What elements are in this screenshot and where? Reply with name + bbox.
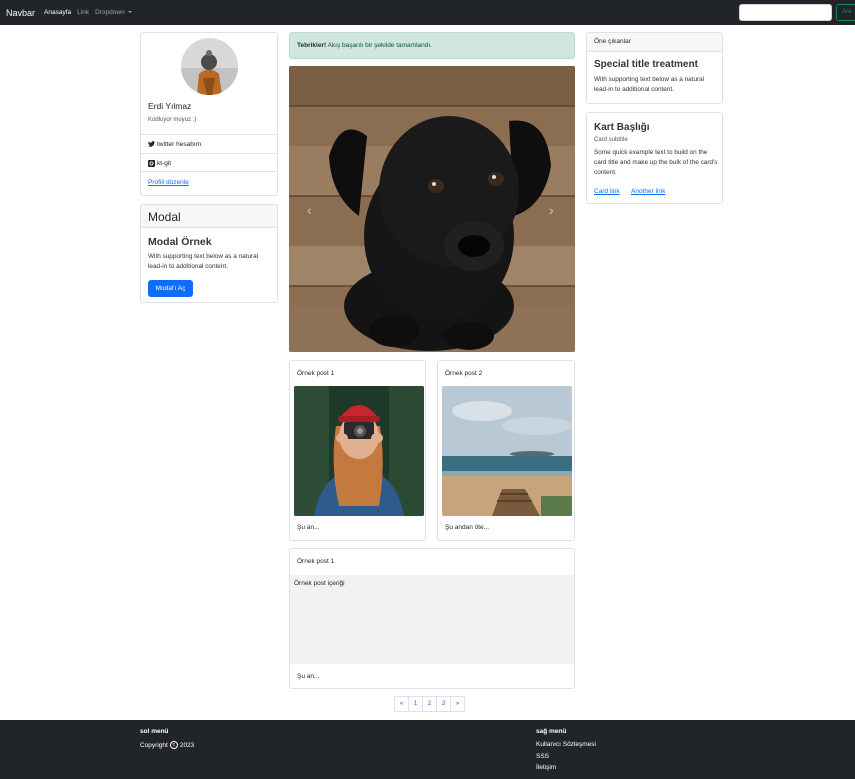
card-link[interactable]: Card link xyxy=(594,188,620,195)
page-prev[interactable]: « xyxy=(394,696,409,712)
post-card-footer: Şu andan öte... xyxy=(445,524,490,531)
post-card-wide: Örnek post 1 Örnek post içeriği Şu an... xyxy=(289,548,575,689)
carousel-prev-icon[interactable]: ‹ xyxy=(307,202,312,218)
carousel-next-icon[interactable]: › xyxy=(549,202,554,218)
page-1[interactable]: 1 xyxy=(408,696,423,712)
post-image-photographer xyxy=(294,386,424,516)
modal-card: Modal Modal Örnek With supporting text b… xyxy=(140,204,278,303)
featured-text: With supporting text below as a natural … xyxy=(594,76,705,93)
post-wide-body: Örnek post içeriği xyxy=(290,575,574,664)
footer-link-contact[interactable]: İletişim xyxy=(536,764,556,771)
footer-link-terms[interactable]: Kullanıcı Sözleşmesi xyxy=(536,741,596,748)
pagination: « 1 2 3 » xyxy=(394,696,465,712)
avatar-image xyxy=(181,38,238,95)
copyright-label: Copyright xyxy=(140,741,168,749)
avatar xyxy=(181,38,238,95)
modal-card-title: Modal Örnek xyxy=(148,236,212,248)
page-2[interactable]: 2 xyxy=(422,696,437,712)
footer-right-heading: sağ menü xyxy=(536,728,567,735)
kart-text: Some quick example text to build on the … xyxy=(594,149,718,176)
post-image-beach xyxy=(442,386,572,516)
page-next[interactable]: » xyxy=(450,696,465,712)
twitter-icon xyxy=(148,141,155,148)
featured-card: Öne çıkanlar Special title treatment Wit… xyxy=(586,32,723,104)
carousel[interactable]: ‹ › xyxy=(289,66,575,352)
twitter-label: twitter hesabım xyxy=(157,140,202,148)
profile-subtitle: Kodluyor muyuz :) xyxy=(148,117,197,123)
carousel-image-puppy xyxy=(289,66,575,352)
kart-card: Kart Başlığı Card subtitle Some quick ex… xyxy=(586,112,723,204)
list-item-github[interactable]: kt-git xyxy=(141,153,277,172)
github-label: kt-git xyxy=(157,159,172,167)
featured-title: Special title treatment xyxy=(594,59,698,70)
search-button[interactable]: Ara xyxy=(836,4,855,21)
nav-dropdown-label: Dropdown xyxy=(95,9,125,16)
success-alert: Tebrikler! Akış başarılı bir şekilde tam… xyxy=(289,32,575,59)
post-card-header: Örnek post 1 xyxy=(297,370,335,377)
profile-name: Erdi Yılmaz xyxy=(148,101,192,111)
caret-down-icon xyxy=(127,11,132,14)
footer-left-heading: sol menü xyxy=(140,728,169,735)
post-card-1: Örnek post 1 Şu an... xyxy=(289,360,426,541)
footer-copyright: Copyright c 2023 xyxy=(140,741,194,749)
post-card-header: Örnek post 2 xyxy=(445,370,483,377)
alert-bold: Tebrikler! xyxy=(297,42,327,49)
footer-link-faq[interactable]: SSS xyxy=(536,753,549,760)
post-card-footer: Şu an... xyxy=(297,524,320,531)
copyright-year: 2023 xyxy=(179,741,195,749)
another-link[interactable]: Another link xyxy=(631,188,665,195)
footer: sol menü Copyright c 2023 sağ menü Kulla… xyxy=(0,720,855,779)
search-input[interactable] xyxy=(739,4,832,21)
nav-link-link[interactable]: Link xyxy=(77,9,89,16)
post-wide-header: Örnek post 1 xyxy=(297,558,335,565)
nav-link-home[interactable]: Anasayfa xyxy=(44,9,71,16)
navbar-brand[interactable]: Navbar xyxy=(6,8,35,18)
modal-card-header: Modal xyxy=(141,205,277,228)
post-card-2: Örnek post 2 Şu andan öte... xyxy=(437,360,575,541)
modal-card-text: With supporting text below as a natural … xyxy=(148,253,259,270)
divider xyxy=(141,171,277,172)
open-modal-button[interactable]: Modal'ı Aç xyxy=(148,280,193,297)
page-3[interactable]: 3 xyxy=(436,696,451,712)
profile-card: Erdi Yılmaz Kodluyor muyuz :) twitter he… xyxy=(140,32,278,196)
copyright-icon: c xyxy=(169,741,178,749)
kart-title: Kart Başlığı xyxy=(594,122,650,133)
edit-profile-link[interactable]: Profili düzenle xyxy=(148,179,189,186)
github-icon xyxy=(148,159,155,167)
featured-header: Öne çıkanlar xyxy=(587,33,722,52)
list-item-twitter[interactable]: twitter hesabım xyxy=(141,134,277,153)
post-wide-footer: Şu an... xyxy=(297,673,320,680)
alert-text: Akış başarılı bir şekilde tamamlandı. xyxy=(326,42,432,49)
kart-subtitle: Card subtitle xyxy=(594,137,628,143)
navbar: Navbar Anasayfa Link Dropdown Ara xyxy=(0,0,855,25)
nav-dropdown[interactable]: Dropdown xyxy=(95,9,132,16)
